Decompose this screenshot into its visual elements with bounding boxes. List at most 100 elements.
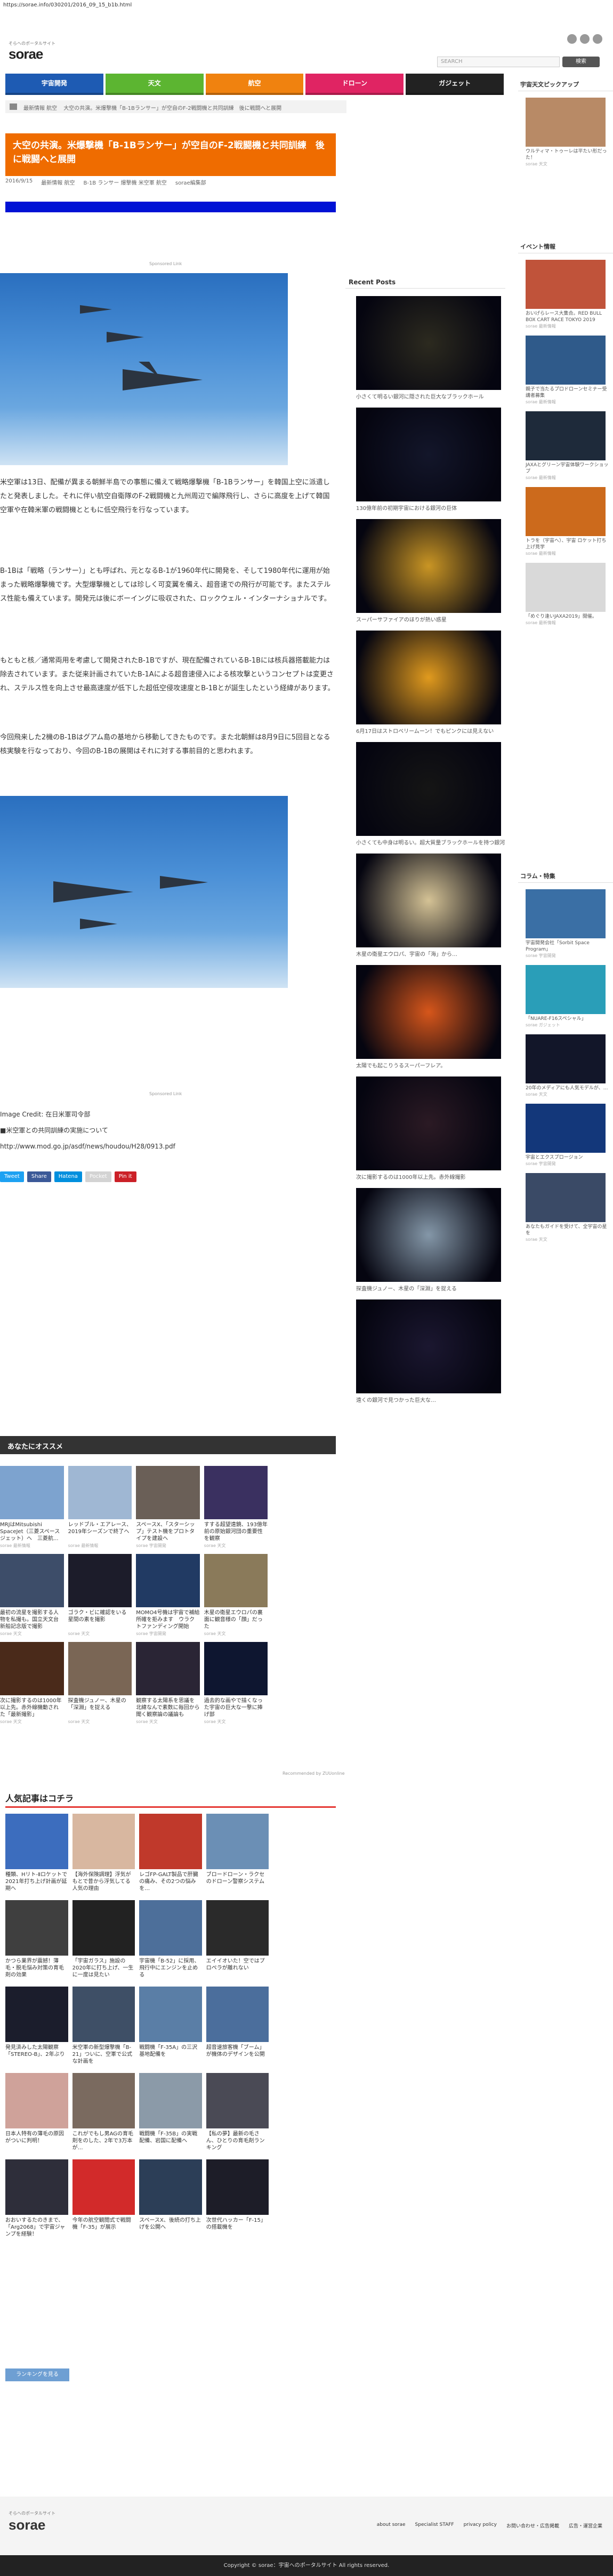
popular-caption[interactable]: 種類、Hリト-Ⅱロケットで2021年打ち上げ計画が延期へ [5, 1871, 68, 1893]
nav-item[interactable]: ガジェット [406, 74, 504, 95]
popular-thumb[interactable] [5, 1987, 68, 2042]
popular-card[interactable]: これがでもし男AGの育毛剤をのした、2年で3万本が… [72, 2073, 135, 2152]
events-thumb[interactable] [526, 411, 606, 460]
recent-caption[interactable]: 木星の衛星エウロパ、宇宙の「海」から… [356, 950, 505, 958]
rss-icon[interactable] [593, 34, 602, 44]
popular-caption[interactable]: 日本人特有の薄毛の原因がついに判明！ [5, 2131, 68, 2152]
recommend-caption[interactable]: 次に撮影するのは1000年以上先。赤外線機動された「最新撮影」 [0, 1697, 64, 1719]
column-caption[interactable]: 宇宙開発会社「Sorbit Space Program」 [526, 940, 609, 953]
sidebar_top-caption[interactable]: ウルティマ・トゥーレは平たい形だった！ [526, 148, 609, 161]
recent-post[interactable]: 6月17日はストロベリームーン！でもピンクには見えない [356, 631, 505, 735]
popular-thumb[interactable] [139, 1814, 202, 1869]
pocket-button[interactable]: Pocket [85, 1171, 111, 1182]
recommend-caption[interactable]: 探査機ジュノー、木星の「深淵」を捉える [68, 1697, 132, 1719]
popular-caption[interactable]: 次世代ハッカー「F-15」の搭載機を [206, 2217, 269, 2238]
recent-caption[interactable]: 遠くの銀河で見つかった巨大な… [356, 1395, 505, 1403]
recommend-card[interactable]: 最初の流星を撮影する人物を私撮も。国立天文台新船記念版で撮影 sorae 天文 [0, 1554, 64, 1637]
recent-post[interactable]: 太陽でも起こりうるスーパーフレア。 [356, 965, 505, 1069]
nav-item[interactable]: 宇宙開発 [5, 74, 103, 95]
recommend-card[interactable]: MOMO4号機は宇宙で補給所確を拒みます ウラクトファンディング開始 sorae … [136, 1554, 200, 1637]
popular-card[interactable]: 【私の夢】最新の毛さん、ひとりの育毛剤ランキング [206, 2073, 269, 2152]
column-item[interactable]: 宇宙開発会社「Sorbit Space Program」 sorae 宇宙開発 [526, 889, 609, 959]
recommend-thumb[interactable] [136, 1466, 200, 1519]
column-item[interactable]: 20年のメディアにも人気モデルが、… sorae 天文 [526, 1034, 609, 1097]
recommend-caption[interactable]: スペースX、「スターシップ」テスト機をプロトタイプを建設へ [136, 1521, 200, 1543]
article-tags[interactable]: B-1B ランサー 爆撃機 米空軍 航空 [83, 178, 166, 186]
popular-card[interactable]: スペースX、後続の打ち上げを公開へ [139, 2159, 202, 2238]
recent-caption[interactable]: 小さくても中身は明るい。超大質量ブラックホールを持つ銀河 [356, 838, 505, 846]
events-caption[interactable]: 「めぐり逢いJAXA2019」開催。 [526, 613, 609, 620]
popular-card[interactable]: 発見済みした太陽観察「STEREO-B」、2年ぶり [5, 1987, 68, 2065]
events-thumb[interactable] [526, 563, 606, 612]
popular-card[interactable]: 宇宙機「B-52」に採用、飛行中にエンジンを止める [139, 1900, 202, 1979]
popular-card[interactable]: エイイオいた！空ではプロペラが離れない [206, 1900, 269, 1979]
recommend-caption[interactable]: MOMO4号機は宇宙で補給所確を拒みます ウラクトファンディング開始 [136, 1609, 200, 1631]
popular-caption[interactable]: ブロードローン・ラクセのドローン警察システム [206, 1871, 269, 1893]
recent-caption[interactable]: スーパーサファイアのほりが熱い惑星 [356, 615, 505, 623]
article-category[interactable]: 最新情報 航空 [41, 178, 75, 186]
events-item[interactable]: トラを（宇宙へ）、宇宙 ロケット打ち上げ見学 sorae 最新情報 [526, 487, 609, 556]
column-thumb[interactable] [526, 1034, 606, 1083]
popular-thumb[interactable] [206, 1987, 269, 2042]
recommend-caption[interactable]: レッドブル・エアレース、2019年シーズンで終了へ [68, 1521, 132, 1543]
events-item[interactable]: おいげらレース大集合。RED BULL BOX CART RACE TOKYO … [526, 260, 609, 329]
events-item[interactable]: JAXAとグリーン宇宙体験ワークショップ sorae 最新情報 [526, 411, 609, 481]
twitter-icon[interactable] [580, 34, 590, 44]
recent-thumb[interactable] [356, 1188, 501, 1282]
recent-caption[interactable]: 130億年前の初期宇宙における銀河の巨体 [356, 504, 505, 512]
recent-post[interactable]: 遠くの銀河で見つかった巨大な… [356, 1299, 505, 1403]
popular-card[interactable]: 次世代ハッカー「F-15」の搭載機を [206, 2159, 269, 2238]
popular-card[interactable]: 【海外保険調理】浮気がもとで昔から浮気してる人気の理由 [72, 1814, 135, 1893]
popular-thumb[interactable] [139, 1987, 202, 2042]
popular-caption[interactable]: 戦闘機「F-35B」の実戦配備、岩国に配備へ [139, 2131, 202, 2152]
recent-post[interactable]: 次に撮影するのは1000年以上先。赤外線撮影 [356, 1076, 505, 1181]
recent-caption[interactable]: 次に撮影するのは1000年以上先。赤外線撮影 [356, 1173, 505, 1181]
popular-caption[interactable]: 超音速旅客機「ブーム」が機体のデザインを公開 [206, 2044, 269, 2065]
recommend-thumb[interactable] [204, 1642, 268, 1695]
popular-card[interactable]: 今年の航空観閲式で戦闘機「F-35」が展示 [72, 2159, 135, 2238]
recommend-caption[interactable]: 観察する太陽系を思議を北緯なんで素数に毎回から聞く観察論の議論も [136, 1697, 200, 1719]
source-link[interactable]: http://www.mod.go.jp/asdf/news/houdou/H2… [0, 1139, 336, 1153]
recent-caption[interactable]: 探査機ジュノー、木星の「深淵」を捉える [356, 1284, 505, 1292]
events-caption[interactable]: 親子で当たるプロドローンセミナー受講者募集 [526, 386, 609, 399]
recent-post[interactable]: 130億年前の初期宇宙における銀河の巨体 [356, 408, 505, 512]
recommend-caption[interactable]: MRJはMitsubishi SpaceJet（三菱スペースジェット）へ 三菱航… [0, 1521, 64, 1543]
recent-thumb[interactable] [356, 408, 501, 501]
recent-thumb[interactable] [356, 854, 501, 947]
recommend-card[interactable]: 観察する太陽系を思議を北緯なんで素数に毎回から聞く観察論の議論も sorae 天文 [136, 1642, 200, 1725]
recent-caption[interactable]: 太陽でも起こりうるスーパーフレア。 [356, 1061, 505, 1069]
popular-caption[interactable]: 発見済みした太陽観察「STEREO-B」、2年ぶり [5, 2044, 68, 2065]
column-item[interactable]: 宇宙とエクスプロージョン sorae 宇宙開発 [526, 1104, 609, 1167]
column-thumb[interactable] [526, 1104, 606, 1153]
popular-caption[interactable]: 宇宙機「B-52」に採用、飛行中にエンジンを止める [139, 1958, 202, 1979]
ranking-button[interactable]: ランキングを見る [5, 2368, 69, 2381]
recommend-card[interactable]: スペースX、「スターシップ」テスト機をプロトタイプを建設へ sorae 宇宙開発 [136, 1466, 200, 1549]
popular-card[interactable]: 米空軍の新型爆撃機「B-21」ついに、空軍で公式な計画を [72, 1987, 135, 2065]
recent-post[interactable]: スーパーサファイアのほりが熱い惑星 [356, 519, 505, 623]
popular-thumb[interactable] [206, 1814, 269, 1869]
recent-thumb[interactable] [356, 742, 501, 836]
popular-thumb[interactable] [72, 1900, 135, 1956]
events-caption[interactable]: JAXAとグリーン宇宙体験ワークショップ [526, 462, 609, 475]
popular-thumb[interactable] [72, 2073, 135, 2128]
popular-caption[interactable]: レゴFP-GALT製品で肝臓の痛み、その2つの悩みを… [139, 1871, 202, 1893]
tweet-button[interactable]: Tweet [0, 1171, 24, 1182]
recommend-card[interactable]: すする超望遠鏡、193億年前の原始銀河団の重要性を観察 sorae 天文 [204, 1466, 268, 1549]
popular-caption[interactable]: 今年の航空観閲式で戦闘機「F-35」が展示 [72, 2217, 135, 2238]
popular-thumb[interactable] [72, 1987, 135, 2042]
popular-card[interactable]: 「宇宙ガラス」施設の2020年に打ち上げ、一生に一度は見たい [72, 1900, 135, 1979]
recommend-caption[interactable]: 過去的な画やで描くなった宇宙の巨大な一撃に捧げ部 [204, 1697, 268, 1719]
recommend-card[interactable]: 次に撮影するのは1000年以上先。赤外線機動された「最新撮影」 sorae 天文 [0, 1642, 64, 1725]
recent-thumb[interactable] [356, 1299, 501, 1393]
popular-caption[interactable]: これがでもし男AGの育毛剤をのした、2年で3万本が… [72, 2131, 135, 2152]
popular-thumb[interactable] [5, 2159, 68, 2215]
recent-thumb[interactable] [356, 519, 501, 613]
recent-post[interactable]: 小さくて明るい銀河に隠された巨大なブラックホール [356, 296, 505, 400]
popular-thumb[interactable] [5, 2073, 68, 2128]
popular-card[interactable]: 超音速旅客機「ブーム」が機体のデザインを公開 [206, 1987, 269, 2065]
recent-thumb[interactable] [356, 965, 501, 1059]
column-thumb[interactable] [526, 889, 606, 938]
search-button[interactable]: 検索 [562, 57, 600, 67]
recommend-thumb[interactable] [68, 1554, 132, 1607]
column-item[interactable]: 「NUARE-F16スペシャル」 sorae ガジェット [526, 965, 609, 1028]
